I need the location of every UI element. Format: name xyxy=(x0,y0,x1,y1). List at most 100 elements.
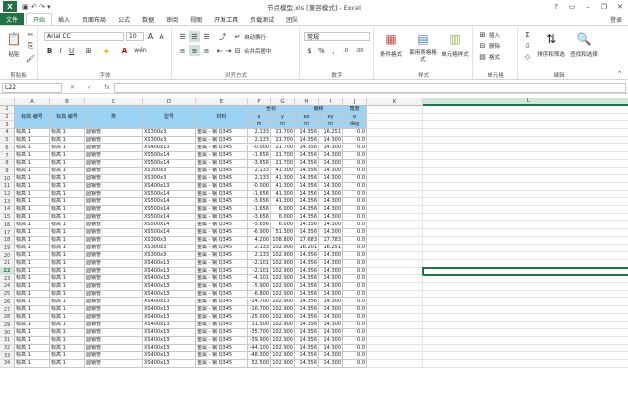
data-cell[interactable]: 14.356 xyxy=(295,206,319,214)
data-cell[interactable]: 14.300 xyxy=(319,298,343,307)
data-cell[interactable]: 14.300 xyxy=(319,159,343,168)
data-cell[interactable]: 21.700 xyxy=(271,136,295,145)
data-cell[interactable]: 标高 1 xyxy=(15,175,50,183)
percent-button[interactable]: % xyxy=(316,45,327,56)
data-cell[interactable]: 0.0 xyxy=(343,283,367,291)
delete-cells-icon[interactable]: ⊟ xyxy=(477,40,488,51)
data-cell[interactable]: 102.900 xyxy=(271,244,295,253)
data-cell[interactable]: 21.700 xyxy=(271,144,295,153)
column-header-D[interactable]: D xyxy=(143,98,196,106)
number-format-select[interactable]: 常规 xyxy=(304,32,370,41)
row-header[interactable]: 1 xyxy=(0,106,15,114)
row-header[interactable]: 15 xyxy=(0,213,15,222)
empty-cell[interactable] xyxy=(367,244,423,253)
wrap-text-button[interactable]: 自动换行 xyxy=(244,33,266,41)
data-cell[interactable]: 0.0 xyxy=(343,167,367,176)
data-cell[interactable]: 标高 1 xyxy=(50,213,85,222)
row-header[interactable]: 26 xyxy=(0,298,15,307)
data-cell[interactable]: -25.000 xyxy=(248,313,271,322)
data-cell[interactable]: 0.0 xyxy=(343,344,367,353)
empty-cell[interactable] xyxy=(367,313,423,322)
data-cell[interactable]: XS400x13 xyxy=(143,313,196,322)
data-cell[interactable]: 圆钢管 xyxy=(85,152,143,160)
data-cell[interactable]: 标高 1 xyxy=(50,321,85,330)
data-cell[interactable]: 21.700 xyxy=(271,129,295,137)
empty-cell[interactable] xyxy=(367,167,423,176)
data-cell[interactable]: 金属 - 钢 Q345 xyxy=(196,136,248,145)
data-cell[interactable]: 圆钢管 xyxy=(85,190,143,199)
empty-cell[interactable] xyxy=(367,329,423,337)
empty-cell[interactable] xyxy=(423,198,628,207)
empty-cell[interactable] xyxy=(423,137,628,145)
cancel-icon[interactable]: ✕ xyxy=(70,84,75,91)
data-cell[interactable]: 14.356 xyxy=(295,229,319,237)
data-cell[interactable]: 标高 1 xyxy=(50,190,85,199)
empty-cell[interactable] xyxy=(423,191,628,199)
data-cell[interactable]: 标高 1 xyxy=(15,221,50,230)
data-cell[interactable]: 14.300 xyxy=(319,337,343,345)
data-cell[interactable]: -5.656 xyxy=(248,221,271,230)
borders-icon[interactable]: ⊞ xyxy=(83,45,94,56)
data-cell[interactable]: 14.300 xyxy=(319,190,343,199)
empty-cell[interactable] xyxy=(423,175,628,183)
format-painter-icon[interactable]: 🖌 xyxy=(25,53,36,64)
data-cell[interactable]: 标高 1 xyxy=(50,352,85,361)
data-cell[interactable]: 金属 - 钢 Q345 xyxy=(196,344,248,353)
data-cell[interactable]: 标高 1 xyxy=(50,290,85,299)
data-cell[interactable]: 102.900 xyxy=(271,267,295,276)
row-header[interactable]: 28 xyxy=(0,313,15,322)
tab-4[interactable]: 公式 xyxy=(112,13,136,25)
data-cell[interactable]: XS300x3 xyxy=(143,136,196,145)
data-cell[interactable]: -0.000 xyxy=(248,144,271,153)
data-cell[interactable]: 14.356 xyxy=(295,360,319,368)
row-header[interactable]: 6 xyxy=(0,144,15,153)
data-cell[interactable]: 标高 1 xyxy=(15,198,50,207)
data-cell[interactable]: -2.101 xyxy=(248,267,271,276)
data-cell[interactable]: 2.133 xyxy=(248,244,271,253)
empty-cell[interactable] xyxy=(423,329,628,337)
data-cell[interactable]: 金属 - 钢 Q345 xyxy=(196,360,248,368)
data-cell[interactable]: 14.300 xyxy=(319,260,343,268)
empty-cell[interactable] xyxy=(367,152,423,160)
row-header[interactable]: 21 xyxy=(0,260,15,268)
empty-cell[interactable] xyxy=(367,275,423,284)
data-cell[interactable]: 金属 - 钢 Q345 xyxy=(196,183,248,191)
data-cell[interactable]: 102.900 xyxy=(271,298,295,307)
collapse-ribbon-icon[interactable]: ⌃ xyxy=(614,68,625,79)
data-cell[interactable]: 标高 1 xyxy=(15,144,50,153)
format-as-table-button[interactable]: 套用表格格式 xyxy=(408,50,438,64)
data-cell[interactable]: 圆钢管 xyxy=(85,337,143,345)
data-cell[interactable]: 标高 1 xyxy=(50,152,85,160)
data-cell[interactable]: 金属 - 钢 Q345 xyxy=(196,167,248,176)
data-cell[interactable]: 0.0 xyxy=(343,129,367,137)
empty-cell[interactable] xyxy=(423,114,628,122)
empty-cell[interactable] xyxy=(367,159,423,168)
data-cell[interactable]: XS500x14 xyxy=(143,198,196,207)
data-cell[interactable]: -48.300 xyxy=(248,352,271,361)
data-cell[interactable]: 41.300 xyxy=(271,183,295,191)
data-cell[interactable]: -44.100 xyxy=(248,344,271,353)
data-cell[interactable]: 17.783 xyxy=(319,236,343,245)
data-cell[interactable]: 圆钢管 xyxy=(85,360,143,368)
data-cell[interactable]: XS500x14 xyxy=(143,229,196,237)
row-header[interactable]: 7 xyxy=(0,152,15,160)
data-cell[interactable]: 16.251 xyxy=(319,244,343,253)
data-cell[interactable]: -6.900 xyxy=(248,229,271,237)
data-cell[interactable]: 0.0 xyxy=(343,313,367,322)
row-header[interactable]: 12 xyxy=(0,190,15,199)
column-header-F[interactable]: F xyxy=(248,98,271,106)
align-center-icon[interactable]: ≡ xyxy=(189,45,200,56)
empty-cell[interactable] xyxy=(423,314,628,322)
data-cell[interactable]: XS500x14 xyxy=(143,159,196,168)
paste-icon[interactable]: 📋 xyxy=(4,30,24,48)
data-cell[interactable]: 标高 1 xyxy=(50,275,85,284)
merge-center-icon[interactable]: ⊟ xyxy=(232,45,243,56)
data-cell[interactable]: 0.0 xyxy=(343,290,367,299)
empty-cell[interactable] xyxy=(423,322,628,330)
row-header[interactable]: 8 xyxy=(0,159,15,168)
data-cell[interactable]: XS500x14 xyxy=(143,213,196,222)
data-cell[interactable]: 14.356 xyxy=(295,190,319,199)
data-cell[interactable]: 圆钢管 xyxy=(85,267,143,276)
data-cell[interactable]: XS500x14 xyxy=(143,190,196,199)
grow-font-button[interactable]: A xyxy=(145,31,156,42)
